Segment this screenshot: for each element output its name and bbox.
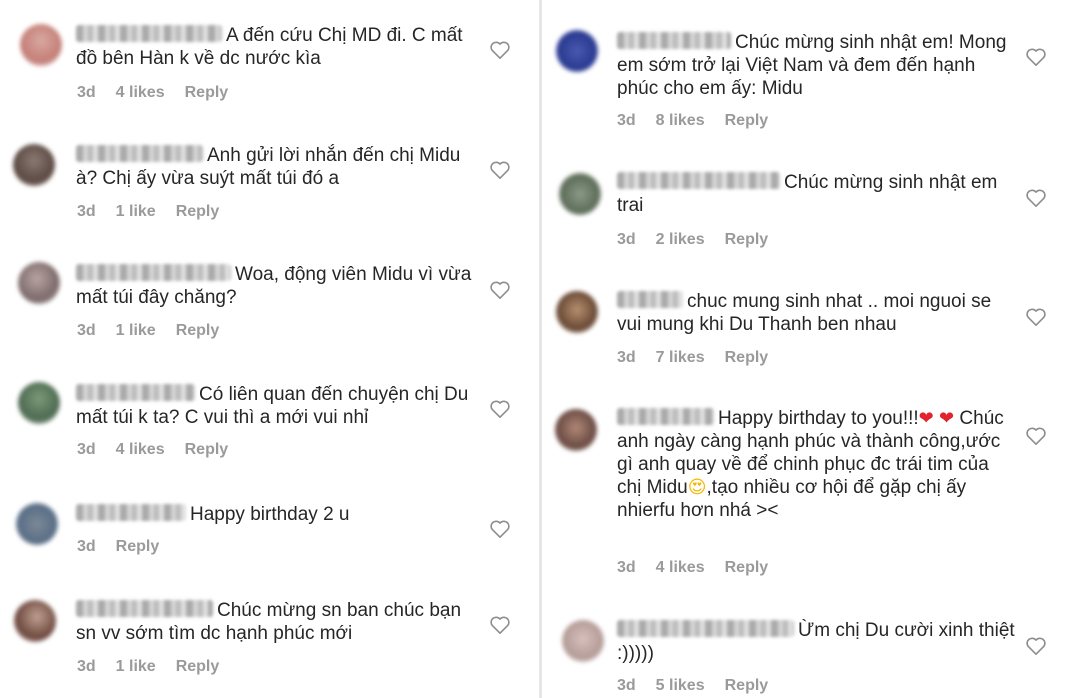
username[interactable] <box>76 264 231 281</box>
reply-button[interactable]: Reply <box>725 559 769 576</box>
comment-meta: 3d 1 like Reply <box>77 322 239 340</box>
comments-column-right: Chúc mừng sinh nhật em! Mong em sớm trở … <box>542 0 1076 698</box>
comment-time: 3d <box>617 559 636 576</box>
likes-count[interactable]: 4 likes <box>656 559 705 576</box>
avatar[interactable] <box>559 173 601 215</box>
reply-button[interactable]: Reply <box>116 538 160 555</box>
likes-count[interactable]: 4 likes <box>116 441 165 458</box>
username[interactable] <box>76 600 213 617</box>
comment-text: Happy birthday 2 u <box>76 503 476 526</box>
username[interactable] <box>617 172 780 189</box>
red-heart-emoji: ❤ <box>918 408 934 429</box>
likes-count[interactable]: 1 like <box>116 658 156 675</box>
reply-button[interactable]: Reply <box>176 658 220 675</box>
heart-outline-icon[interactable] <box>489 160 511 180</box>
comment-time: 3d <box>77 658 96 675</box>
avatar[interactable] <box>555 409 597 451</box>
avatar[interactable] <box>556 30 598 72</box>
comment-time: 3d <box>617 231 636 248</box>
avatar[interactable] <box>20 24 62 66</box>
comment-text: Chúc mừng sinh nhật em trai <box>617 172 998 216</box>
username[interactable] <box>617 32 731 49</box>
comment-text: Happy birthday to you!!!❤ ❤ Chúc anh ngà… <box>617 408 1004 521</box>
comment-text: A đến cứu Chị MD đi. C mất đồ bên Hàn k … <box>76 25 463 69</box>
heart-outline-icon[interactable] <box>1025 426 1047 446</box>
avatar[interactable] <box>16 503 58 545</box>
comment-time: 3d <box>77 441 96 458</box>
likes-count[interactable]: 5 likes <box>656 677 705 694</box>
username[interactable] <box>617 408 714 425</box>
comment-text: Chúc mừng sn ban chúc bạn sn vv sớm tìm … <box>76 600 462 644</box>
comment-time: 3d <box>617 349 636 366</box>
avatar[interactable] <box>556 291 598 333</box>
comment-meta: 3d 4 likes Reply <box>77 441 248 459</box>
comment-time: 3d <box>77 84 96 101</box>
comment-meta: 3d 1 like Reply <box>77 658 239 676</box>
username[interactable] <box>76 145 203 162</box>
avatar[interactable] <box>18 382 60 424</box>
reply-button[interactable]: Reply <box>725 677 769 694</box>
comment-meta: 3d 4 likes Reply <box>617 559 788 577</box>
avatar[interactable] <box>14 600 56 642</box>
likes-count[interactable]: 1 like <box>116 322 156 339</box>
likes-count[interactable]: 4 likes <box>116 84 165 101</box>
avatar[interactable] <box>18 262 60 304</box>
reply-button[interactable]: Reply <box>185 441 229 458</box>
red-heart-emoji: ❤ <box>939 408 955 429</box>
heart-outline-icon[interactable] <box>1025 47 1047 67</box>
username[interactable] <box>76 25 222 42</box>
heart-outline-icon[interactable] <box>1025 188 1047 208</box>
likes-count[interactable]: 1 like <box>116 203 156 220</box>
username[interactable] <box>76 504 186 521</box>
heart-outline-icon[interactable] <box>489 399 511 419</box>
avatar[interactable] <box>13 144 55 186</box>
heart-outline-icon[interactable] <box>1025 307 1047 327</box>
comment-time: 3d <box>77 322 96 339</box>
heart-outline-icon[interactable] <box>489 519 511 539</box>
heart-eyes-emoji: 😍 <box>687 477 707 498</box>
comment-meta: 3d 7 likes Reply <box>617 349 788 367</box>
avatar[interactable] <box>562 620 604 662</box>
comment-text: Ừm chị Du cười xinh thiệt :))))) <box>617 620 1015 664</box>
heart-outline-icon[interactable] <box>489 40 511 60</box>
comment-meta: 3d 8 likes Reply <box>617 112 788 130</box>
reply-button[interactable]: Reply <box>725 231 769 248</box>
reply-button[interactable]: Reply <box>725 349 769 366</box>
reply-button[interactable]: Reply <box>176 322 220 339</box>
comment-time: 3d <box>617 677 636 694</box>
likes-count[interactable]: 2 likes <box>656 231 705 248</box>
comment-time: 3d <box>77 538 96 555</box>
likes-count[interactable]: 8 likes <box>656 112 705 129</box>
comment-text: Chúc mừng sinh nhật em! Mong em sớm trở … <box>617 32 1007 99</box>
heart-outline-icon[interactable] <box>489 280 511 300</box>
comments-column-left: A đến cứu Chị MD đi. C mất đồ bên Hàn k … <box>0 0 536 698</box>
heart-outline-icon[interactable] <box>1025 636 1047 656</box>
comment-meta: 3d 4 likes Reply <box>77 84 248 102</box>
comment-text: chuc mung sinh nhat .. moi nguoi se vui … <box>617 291 992 335</box>
username[interactable] <box>76 384 195 401</box>
comment-text: Anh gửi lời nhắn đến chị Midu à? Chị ấy … <box>76 145 461 189</box>
comment-meta: 3d 1 like Reply <box>77 203 239 221</box>
comment-time: 3d <box>617 112 636 129</box>
comment-text: Woa, động viên Midu vì vừa mất túi đây c… <box>76 264 472 308</box>
comment-time: 3d <box>77 203 96 220</box>
heart-outline-icon[interactable] <box>489 615 511 635</box>
likes-count[interactable]: 7 likes <box>656 349 705 366</box>
comment-meta: 3d 5 likes Reply <box>617 677 788 695</box>
username[interactable] <box>617 291 683 308</box>
reply-button[interactable]: Reply <box>185 84 229 101</box>
reply-button[interactable]: Reply <box>176 203 220 220</box>
comment-meta: 3d 2 likes Reply <box>617 231 788 249</box>
username[interactable] <box>617 620 794 637</box>
comment-meta: 3d Reply <box>77 538 179 556</box>
reply-button[interactable]: Reply <box>725 112 769 129</box>
comment-text: Có liên quan đến chuyện chị Du mất túi k… <box>76 384 469 428</box>
